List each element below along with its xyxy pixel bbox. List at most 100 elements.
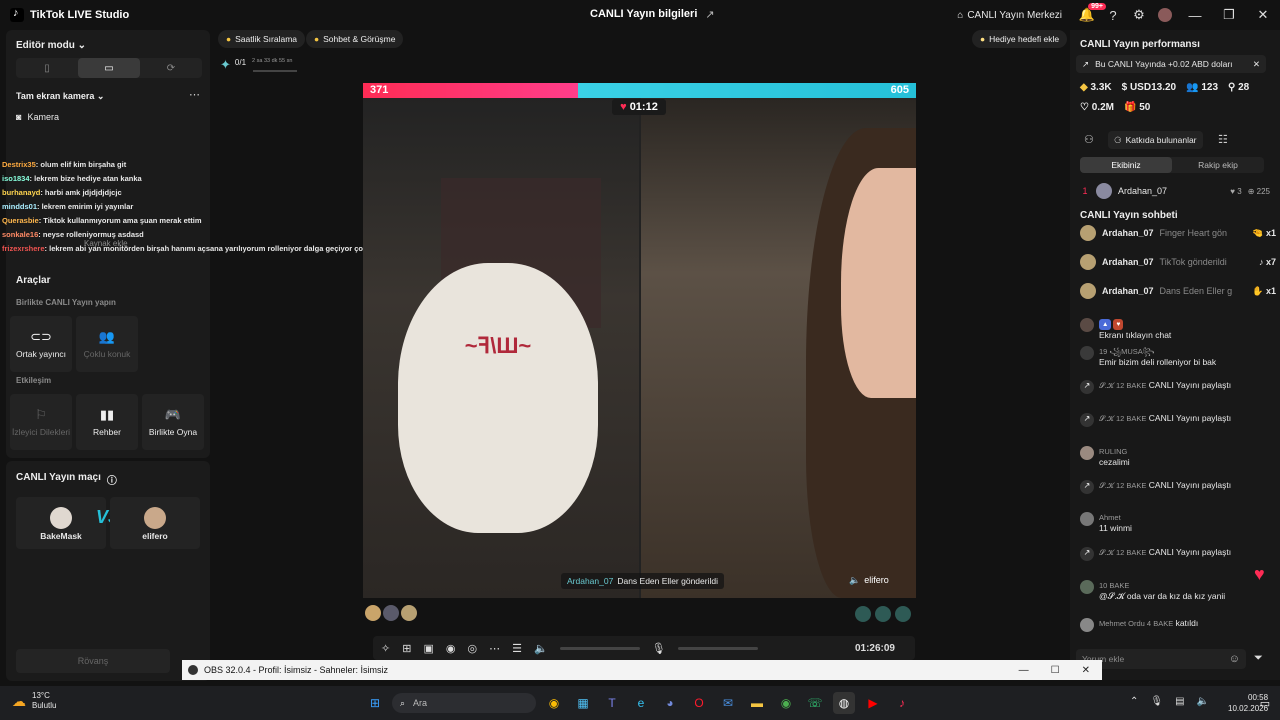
- opera-icon[interactable]: O: [688, 692, 710, 714]
- avatar: [1080, 254, 1096, 270]
- obs-icon[interactable]: ◍: [833, 692, 855, 714]
- magic-icon[interactable]: ✧: [381, 642, 390, 655]
- teams-icon[interactable]: T: [601, 692, 623, 714]
- list-icon[interactable]: ☷: [1218, 133, 1228, 146]
- editor-mode-dropdown[interactable]: Editör modu ⌄: [16, 40, 86, 51]
- camera-scene-dropdown[interactable]: Tam ekran kamera ⌄: [16, 91, 104, 102]
- chat-message[interactable]: Ahmet 11 winmi: [1080, 512, 1266, 534]
- chat-message[interactable]: ▲ ♥ Ekranı tıklayın chat: [1080, 318, 1266, 341]
- obs-window-bar[interactable]: OBS 32.0.4 - Profil: İsimsiz - Sahneler:…: [182, 660, 1102, 680]
- volume-slider[interactable]: [559, 646, 640, 650]
- live-center-button[interactable]: ⌂ CANLI Yayın Merkezi: [957, 10, 1062, 21]
- contributor-row[interactable]: 1 Ardahan_07 ♥ 3 ⊕ 225: [1080, 183, 1276, 199]
- whatsapp-icon[interactable]: ☏: [804, 692, 826, 714]
- chat-message[interactable]: ↗ 𝓢.𝓚 12 BAKE CANLI Yayını paylaştı: [1080, 413, 1266, 427]
- team-tabs[interactable]: Ekibiniz Rakip ekip: [1080, 157, 1264, 173]
- contributors-icon: ⚆: [1114, 134, 1122, 145]
- weather-widget[interactable]: ☁ 13°C Bulutlu: [12, 691, 56, 711]
- emoji-icon[interactable]: ☺: [1229, 653, 1240, 665]
- youtube-icon[interactable]: ▶: [862, 692, 884, 714]
- chat-message[interactable]: RULING cezalimi: [1080, 446, 1266, 468]
- gift-goal-button[interactable]: ● Hediye hedefi ekle: [972, 30, 1068, 48]
- performance-stats: ◆ 3.3K $ USD13.20 👥 123 ⚲ 28: [1080, 82, 1250, 93]
- tab-your-team[interactable]: Ekibiniz: [1080, 157, 1172, 173]
- layout-selector[interactable]: ▯ ▭ ⟳: [16, 58, 202, 78]
- tiktok-studio-icon[interactable]: ♪: [891, 692, 913, 714]
- folder-icon[interactable]: ▬: [746, 692, 768, 714]
- filter-icon[interactable]: ⏷: [1254, 652, 1263, 665]
- speaker-icon[interactable]: 🔈: [849, 575, 860, 586]
- mic-icon[interactable]: 🎙: [652, 642, 666, 655]
- chevron-up-icon[interactable]: ⌃: [1130, 696, 1138, 707]
- minimize-icon[interactable]: —: [1178, 2, 1212, 28]
- opponent-viewers[interactable]: [855, 606, 911, 622]
- guide-button[interactable]: ▮▮ Rehber: [76, 394, 138, 450]
- close-icon[interactable]: ✕: [1253, 59, 1260, 70]
- chrome-canary-icon[interactable]: ◉: [775, 692, 797, 714]
- notification-icon[interactable]: 🔔 99+: [1074, 2, 1106, 28]
- chat-message[interactable]: Mehmet Ordu 4 BAKE katıldı: [1080, 618, 1266, 632]
- player-card-2[interactable]: elifero: [110, 497, 200, 549]
- portrait-layout-button[interactable]: ▯: [16, 58, 78, 78]
- volume-icon[interactable]: 🔈: [1197, 696, 1209, 707]
- share-icon: ↗: [1080, 480, 1094, 494]
- viewer-requests-button[interactable]: ⚐ İzleyici Dilekleri: [10, 394, 72, 450]
- trend-icon: ↗: [1082, 58, 1090, 69]
- share-icon[interactable]: ↗: [705, 8, 714, 21]
- screen-icon[interactable]: ▣: [423, 642, 433, 655]
- close-icon[interactable]: ✕: [1082, 665, 1090, 676]
- chat-message[interactable]: ↗ 𝓢.𝓚 12 BAKE CANLI Yayını paylaştı: [1080, 480, 1266, 494]
- record-icon[interactable]: ◉: [446, 642, 456, 655]
- rotate-layout-button[interactable]: ⟳: [140, 58, 202, 78]
- discord-icon[interactable]: ◕: [659, 692, 681, 714]
- gift-goal-widget[interactable]: ✦ 0/1 2 sa 33 dk 55 sn: [220, 54, 306, 76]
- live-info-title[interactable]: CANLI Yayın bilgileri ↗: [590, 8, 715, 21]
- search-box[interactable]: ⌕ Ara: [392, 693, 536, 713]
- settings-sliders-icon[interactable]: ☰: [512, 642, 522, 655]
- network-icon[interactable]: ▤: [1175, 696, 1184, 707]
- live-preview[interactable]: ~ꟻ\Ш~ 371 605 ♥ 01:12 Ardahan_07 Dans Eden…: [363, 83, 916, 598]
- mic-slider[interactable]: [677, 646, 758, 650]
- camera-source-item[interactable]: ◙ Kamera: [16, 112, 59, 122]
- mail-icon[interactable]: ✉: [717, 692, 739, 714]
- earnings-banner[interactable]: ↗ Bu CANLI Yayında +0.02 ABD doları ✕: [1076, 55, 1266, 73]
- top-viewers[interactable]: [365, 605, 417, 621]
- multi-guest-button[interactable]: 👥 Çoklu konuk: [76, 316, 138, 372]
- chat-message[interactable]: ↗ 𝓢.𝓚 12 BAKE CANLI Yayını paylaştı: [1080, 547, 1266, 561]
- help-icon[interactable]: ⓘ: [107, 472, 117, 487]
- rematch-button[interactable]: Rövanş: [16, 649, 170, 673]
- avatar[interactable]: [1152, 2, 1178, 28]
- gear-icon[interactable]: ⚙: [1126, 2, 1152, 28]
- list-item: sonkale16: neyse rolleniyormuş asdasd: [2, 230, 144, 239]
- chat-message[interactable]: 19 ꧁MUSA꧂ Emir bizim deli rolleniyor bi b…: [1080, 346, 1266, 368]
- chat-message[interactable]: ↗ 𝓢.𝓚 12 BAKE CANLI Yayını paylaştı: [1080, 380, 1266, 394]
- new-follower-icon: ⚲: [1228, 82, 1236, 93]
- play-together-button[interactable]: 🎮 Birlikte Oyna: [142, 394, 204, 450]
- volume-icon[interactable]: 🔈: [534, 642, 548, 655]
- layout-icon[interactable]: ⊞: [402, 642, 411, 655]
- notification-center-icon[interactable]: ▭: [1254, 692, 1276, 714]
- contributors-button[interactable]: ⚆ Katkıda bulunanlar: [1108, 131, 1203, 149]
- camera-toggle-icon[interactable]: ◎: [467, 642, 477, 655]
- landscape-layout-button[interactable]: ▭: [78, 58, 140, 78]
- chat-meet-pill[interactable]: ● Sohbet & Görüşme: [306, 30, 404, 48]
- more-icon[interactable]: ⋯: [189, 88, 200, 101]
- edge-icon[interactable]: e: [630, 692, 652, 714]
- chrome-icon[interactable]: ◉: [543, 692, 565, 714]
- mic-icon[interactable]: 🎙: [1150, 696, 1163, 707]
- system-tray[interactable]: ⌃ 🎙 ▤ 🔈: [1130, 696, 1209, 707]
- windows-start-icon[interactable]: ⊞: [364, 692, 386, 714]
- help-icon[interactable]: ?: [1100, 2, 1126, 28]
- tab-rival-team[interactable]: Rakip ekip: [1172, 157, 1264, 173]
- store-icon[interactable]: ▦: [572, 692, 594, 714]
- close-icon[interactable]: ✕: [1246, 2, 1280, 28]
- more-icon[interactable]: ⋯: [489, 642, 500, 655]
- maximize-icon[interactable]: ☐: [1051, 665, 1060, 676]
- add-user-icon[interactable]: ⚇: [1084, 133, 1094, 146]
- minimize-icon[interactable]: —: [1019, 665, 1029, 676]
- maximize-icon[interactable]: ❐: [1212, 2, 1246, 28]
- chat-message[interactable]: 10 BAKE @𝓢.𝓚 oda var da kız da kız yanii: [1080, 580, 1266, 602]
- hourly-rank-pill[interactable]: ● Saatlik Sıralama: [218, 30, 306, 48]
- cohost-button[interactable]: ⊂⊃ Ortak yayıncı: [10, 316, 72, 372]
- player-card-1[interactable]: BakeMask: [16, 497, 106, 549]
